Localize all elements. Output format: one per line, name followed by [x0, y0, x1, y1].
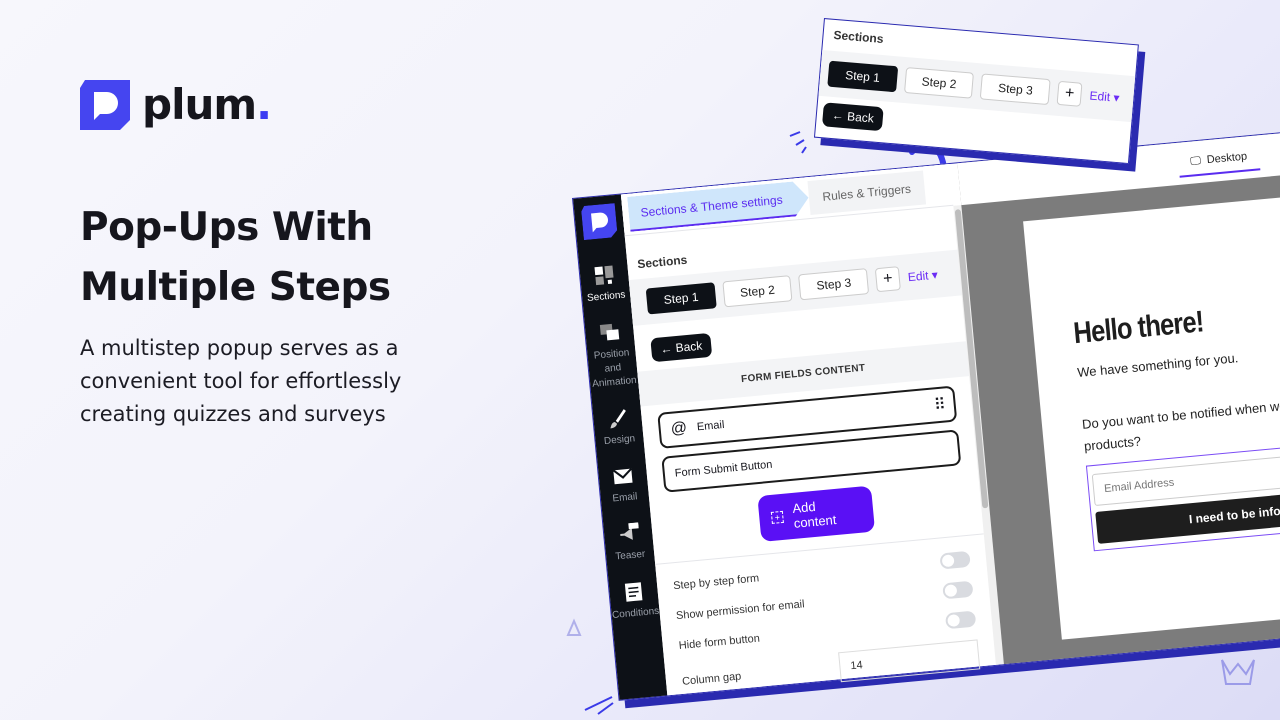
- hero-title: Pop-Ups With Multiple Steps: [80, 205, 391, 310]
- edit-dropdown[interactable]: Edit ▾: [1089, 89, 1120, 105]
- step-1-button[interactable]: Step 1: [827, 60, 898, 93]
- add-content-button[interactable]: + Add content: [757, 485, 876, 542]
- popup-preview: Hello there! We have something for you. …: [1023, 184, 1280, 640]
- editor-screenshot: Sections Position and Animation Design E…: [572, 125, 1280, 701]
- add-step-button[interactable]: +: [1056, 80, 1083, 107]
- add-step-button[interactable]: +: [874, 266, 902, 293]
- plum-logo-icon: [80, 80, 130, 130]
- step-2-button[interactable]: Step 2: [903, 67, 975, 99]
- checklist-icon: [624, 582, 643, 602]
- brand-name: plum.: [142, 80, 272, 129]
- email-permission-toggle[interactable]: [942, 580, 974, 600]
- sidebar-item-design[interactable]: Design: [601, 406, 636, 449]
- sidebar-item-teaser[interactable]: Teaser: [612, 522, 646, 565]
- step-2-button[interactable]: Step 2: [722, 275, 793, 308]
- column-gap-input[interactable]: 14: [838, 639, 981, 683]
- add-box-icon: +: [770, 510, 784, 524]
- popup-question: Do you want to be notified when we relea…: [1081, 391, 1280, 454]
- settings-panel: Sections & Theme settings Rules & Trigge…: [620, 163, 997, 699]
- step-by-step-toggle[interactable]: [939, 550, 971, 570]
- envelope-icon: [612, 468, 633, 485]
- hide-form-button-toggle[interactable]: [944, 610, 977, 630]
- sidebar-item-conditions[interactable]: Conditions: [609, 579, 660, 623]
- megaphone-icon: [620, 522, 639, 540]
- layers-icon: [599, 323, 620, 341]
- tab-rules-triggers[interactable]: Rules & Triggers: [806, 169, 927, 215]
- form-options: Step by step form Show permission for em…: [655, 533, 997, 699]
- crown-icon: [1221, 659, 1255, 685]
- step-3-button[interactable]: Step 3: [980, 73, 1051, 106]
- device-tab-desktop[interactable]: 🖵 Desktop: [1177, 142, 1261, 178]
- step-1-button[interactable]: Step 1: [645, 282, 717, 315]
- back-button[interactable]: ← Back: [821, 102, 884, 132]
- back-button[interactable]: ← Back: [650, 332, 713, 363]
- popup-heading: Hello there!: [1072, 305, 1205, 351]
- brand-logo: plum.: [80, 80, 272, 130]
- edit-dropdown[interactable]: Edit ▾: [907, 268, 938, 285]
- step-3-button[interactable]: Step 3: [798, 268, 870, 301]
- plum-logo-icon: [581, 203, 618, 241]
- sections-icon: [594, 265, 614, 286]
- sidebar-item-position[interactable]: Position and Animation: [587, 320, 637, 392]
- sidebar-item-sections[interactable]: Sections: [584, 263, 626, 306]
- sidebar-item-email[interactable]: Email: [609, 464, 638, 506]
- preview-area: 🖵 Desktop Hello there! We have something …: [957, 127, 1280, 665]
- at-icon: @: [670, 419, 688, 438]
- monitor-icon: 🖵: [1189, 154, 1202, 168]
- drag-handle-icon[interactable]: ⠿: [933, 395, 945, 416]
- brush-icon: [610, 409, 626, 429]
- hero-subtitle: A multistep popup serves as a convenient…: [80, 336, 402, 426]
- sections-callout: Sections Step 1 Step 2 Step 3 + Edit ▾ ←…: [813, 18, 1139, 165]
